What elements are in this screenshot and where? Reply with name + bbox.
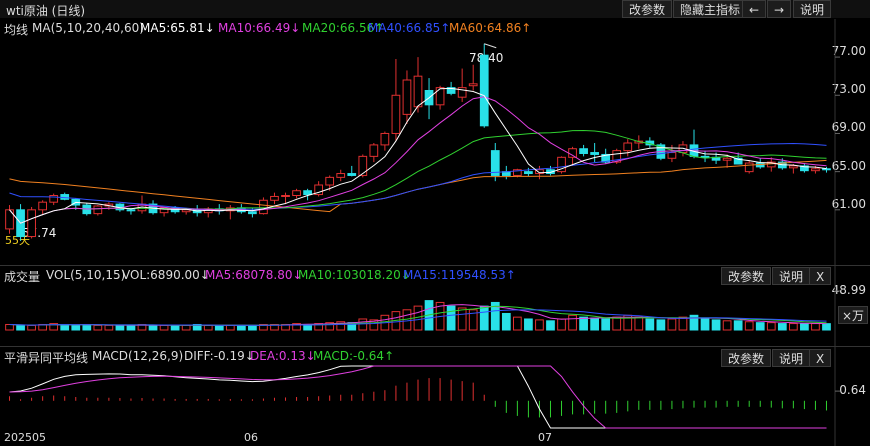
volume-bar (181, 324, 191, 331)
candle-body (248, 211, 257, 215)
candle-body (490, 150, 500, 176)
volume-bar (501, 312, 511, 331)
volume-bar (711, 319, 721, 331)
candle-body (623, 142, 633, 152)
candle-body (281, 195, 290, 197)
candle-body (435, 87, 445, 106)
volume-bar (634, 316, 644, 331)
volume-bar (766, 322, 776, 331)
candle-body (380, 132, 390, 146)
candle-body (270, 195, 279, 201)
volume-bar (557, 318, 566, 331)
volume-bar (568, 314, 577, 331)
volume-bar (822, 323, 831, 331)
candle-body (524, 171, 533, 175)
candle-body (325, 176, 335, 186)
candle-body (292, 190, 301, 197)
candle-body (347, 173, 357, 176)
volume-bar (811, 323, 820, 331)
candle-body (590, 152, 600, 155)
volume-bar (236, 324, 246, 331)
candle-body (744, 162, 754, 173)
volume-bar (535, 319, 544, 331)
volume-bar (358, 318, 368, 331)
volume-bar (645, 318, 655, 331)
volume-bar (104, 324, 114, 331)
volume-bar (777, 323, 787, 331)
volume-bar (512, 316, 522, 331)
candle-body (811, 168, 820, 172)
volume-bar (800, 323, 809, 331)
volume-bar (667, 318, 677, 331)
candle-body (38, 201, 48, 211)
candle-body (579, 148, 588, 155)
volume-bar (170, 324, 180, 331)
volume-bar (115, 324, 125, 331)
volume-bar (546, 320, 555, 331)
candle-body (303, 190, 312, 196)
volume-bar (612, 316, 622, 331)
volume-bar (159, 324, 169, 331)
volume-bar (93, 324, 103, 331)
volume-bar (82, 323, 92, 331)
candle-body (27, 209, 36, 238)
volume-bar (601, 318, 611, 331)
volume-bar (755, 322, 765, 331)
volume-bar (457, 307, 467, 331)
candle-body (413, 75, 423, 108)
candle-body (93, 205, 103, 215)
volume-bar (656, 319, 666, 331)
ma60-line (9, 159, 827, 213)
high-marker (484, 43, 497, 49)
volume-bar (5, 323, 14, 331)
candle-body (259, 199, 268, 215)
candle-body (126, 209, 136, 212)
volume-bar (678, 316, 688, 331)
volume-bar (248, 324, 257, 331)
volume-bar (579, 316, 588, 331)
volume-bar (225, 324, 235, 331)
candle-body (402, 79, 412, 115)
volume-bar (203, 324, 213, 331)
volume-bar (446, 305, 456, 331)
volume-bar (524, 318, 533, 331)
candle-body (479, 54, 489, 127)
volume-bar (60, 323, 70, 331)
candle-body (336, 173, 346, 178)
volume-bar (71, 324, 81, 331)
candle-body (568, 148, 577, 158)
volume-bar (590, 317, 600, 331)
volume-bar (148, 324, 158, 331)
candle-body (822, 168, 831, 171)
ma10-line (9, 96, 827, 224)
volume-bar (733, 320, 743, 331)
volume-bar (744, 321, 754, 331)
candle-body (722, 157, 732, 161)
ma20-line (9, 129, 827, 224)
volume-bar (788, 323, 798, 331)
volume-bar (479, 305, 489, 331)
candle-body (60, 194, 70, 200)
volume-bar (126, 324, 136, 331)
volume-bar (722, 320, 732, 331)
volume-bar (16, 324, 25, 331)
candle-body (667, 152, 677, 159)
candle-body (468, 83, 478, 87)
chart-canvas (5, 19, 840, 446)
candle-body (369, 144, 379, 157)
candle-body (788, 165, 798, 169)
candle-body (700, 155, 710, 158)
volume-bar (214, 324, 224, 331)
candle-body (358, 155, 368, 176)
volume-bar (700, 318, 710, 331)
volume-bar (27, 324, 36, 331)
candle-body (391, 94, 401, 134)
